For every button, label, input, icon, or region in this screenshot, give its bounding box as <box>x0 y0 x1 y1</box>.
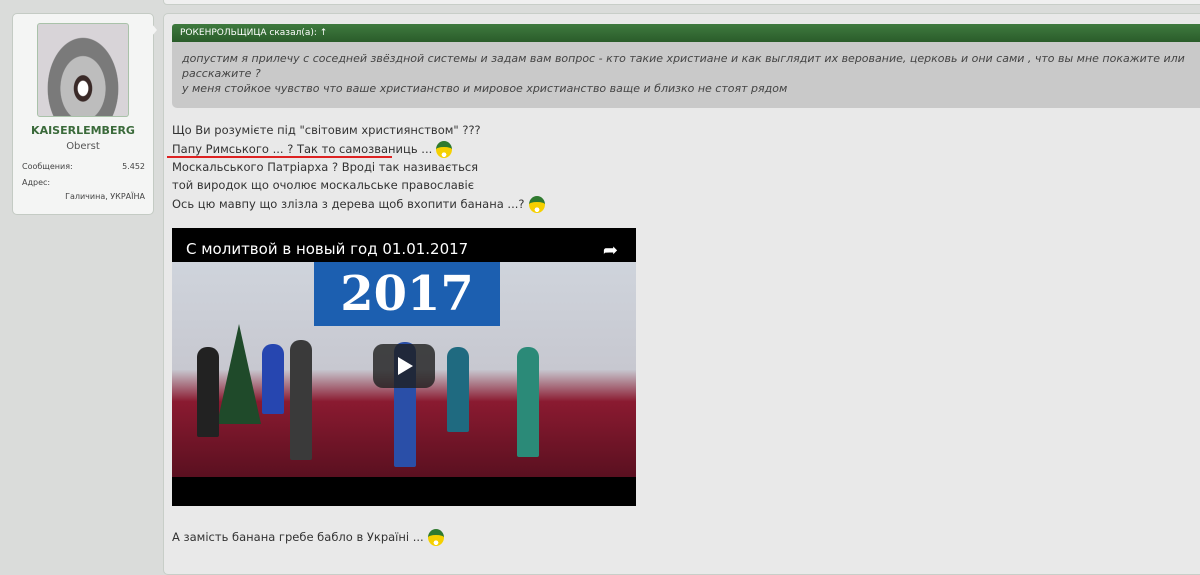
post-line: Москальського Патріарха ? Вроді так нази… <box>172 160 479 174</box>
user-rank: Oberst <box>66 141 100 152</box>
quote-body: допустим я прилечу с соседней звёздной с… <box>172 42 1200 108</box>
messages-value: 5.452 <box>122 162 145 171</box>
christmas-tree <box>217 324 261 424</box>
address-value: Галичина, УКРАЇНА <box>65 192 145 201</box>
share-icon[interactable]: ➦ <box>603 240 618 261</box>
video-title[interactable]: С молитвой в новый год 01.01.2017 <box>186 240 468 258</box>
messages-label: Сообщения: <box>22 162 73 171</box>
post-line: той виродок що очолює москальське правос… <box>172 178 475 192</box>
soldier-smiley-icon <box>427 529 444 546</box>
soldier-smiley-icon <box>436 141 453 158</box>
video-banner: 2017 <box>314 262 500 326</box>
previous-post <box>163 0 1200 5</box>
post-line: Що Ви розумієте під "світовим християнст… <box>172 123 481 137</box>
username[interactable]: KAISERLEMBERG <box>13 124 153 137</box>
quote-line: у меня стойкое чувство что ваше христиан… <box>182 82 788 95</box>
post-line: А замість банана гребе бабло в Україні .… <box>172 529 444 546</box>
quote-header[interactable]: РОКЕНРОЛЬЩИЦА сказал(а): ↑ <box>172 24 1200 42</box>
quote-line: допустим я прилечу с соседней звёздной с… <box>182 52 1185 80</box>
address-label: Адрес: <box>22 178 51 187</box>
user-info-card: KAISERLEMBERG Oberst Сообщения: 5.452 Ад… <box>12 13 157 215</box>
red-underline <box>167 156 392 158</box>
play-button[interactable] <box>373 344 435 388</box>
video-embed[interactable]: 2017 С молитвой в новый год 01.01.2017 ➦ <box>172 228 636 506</box>
post-line: Ось цю мавпу що злізла з дерева щоб вхоп… <box>172 196 545 213</box>
user-avatar[interactable] <box>37 23 129 117</box>
soldier-smiley-icon <box>528 196 545 213</box>
